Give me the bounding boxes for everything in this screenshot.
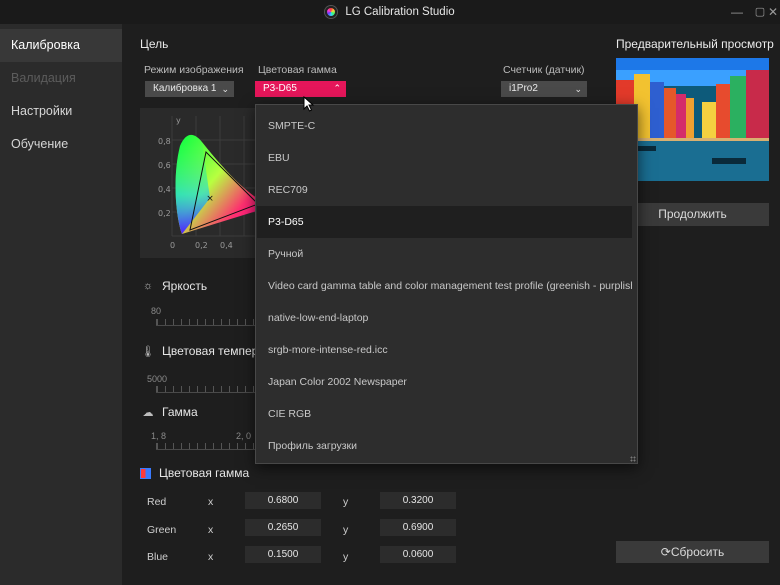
color-gamut-select[interactable]: P3-D65 ⌃ [255, 81, 346, 97]
dropdown-option-smpte-c[interactable]: SMPTE-C [257, 110, 632, 142]
sensor-label: Счетчик (датчик) [503, 64, 585, 76]
y-tick: 0,8 [158, 137, 171, 146]
chevron-down-icon: ⌄ [221, 84, 229, 94]
dropdown-option-rec709[interactable]: REC709 [257, 174, 632, 206]
dropdown-option-ebu[interactable]: EBU [257, 142, 632, 174]
dropdown-option-load-profile[interactable]: Профиль загрузки [257, 430, 632, 462]
sensor-value: i1Pro2 [509, 83, 538, 94]
dropdown-option-srgb-more-intense-red[interactable]: srgb-more-intense-red.icc [257, 334, 632, 366]
resize-grip-icon[interactable] [630, 456, 636, 462]
y-tick: 0,6 [158, 161, 171, 170]
brightness-slider-track [156, 325, 256, 326]
y-tick: 0,2 [158, 209, 171, 218]
color-temperature-row: 🌡︎ Цветовая темпера [140, 342, 265, 360]
x-tick: 0 [170, 241, 175, 250]
title-bar: LG Calibration Studio — ▢ ✕ [0, 0, 780, 24]
sensor-select[interactable]: i1Pro2 ⌄ [501, 81, 587, 97]
color-temperature-slider-track [156, 392, 256, 393]
preview-picture [616, 58, 769, 181]
image-mode-select[interactable]: Калибровка 1 ⌄ [145, 81, 234, 97]
preview-image [616, 58, 769, 181]
red-y-input[interactable]: 0.3200 [380, 492, 456, 509]
target-section-title: Цель [140, 37, 169, 51]
continue-button[interactable]: Продолжить [616, 203, 769, 226]
white-point-marker: × [206, 194, 214, 204]
dropdown-scrollbar[interactable] [632, 107, 636, 461]
blue-x-input[interactable]: 0.1500 [245, 546, 321, 563]
y-tick: 0,4 [158, 185, 171, 194]
dropdown-option-native-low-end-laptop[interactable]: native-low-end-laptop [257, 302, 632, 334]
x-label: x [208, 551, 214, 563]
x-label: x [208, 496, 214, 508]
green-x-input[interactable]: 0.2650 [245, 519, 321, 536]
sun-icon: ☼ [142, 280, 154, 292]
gamma-slider-track [156, 449, 256, 450]
color-gamut-value: P3-D65 [263, 83, 297, 94]
y-label: y [343, 524, 349, 536]
reset-label: Сбросить [670, 545, 725, 559]
thermometer-icon: 🌡︎ [141, 345, 155, 358]
cie-chart-svg: × y 0,8 0,6 0,4 0,2 0 0,2 0,4 [158, 116, 260, 250]
app-logo-icon [325, 6, 338, 18]
color-temperature-label: Цветовая темпера [162, 344, 265, 358]
row-label-red: Red [147, 496, 167, 508]
sidebar: Калибровка Валидация Настройки Обучение [0, 24, 122, 585]
x-tick: 0,4 [220, 241, 233, 250]
gamma-scale-mid: 2, 0 [236, 431, 252, 441]
color-gamut-icon [140, 467, 151, 479]
window-title: LG Calibration Studio [345, 6, 455, 18]
dropdown-option-japan-color-2002[interactable]: Japan Color 2002 Newspaper [257, 366, 632, 398]
dropdown-option-p3-d65[interactable]: P3-D65 [257, 206, 632, 238]
gamma-scale-start: 1, 8 [151, 431, 167, 441]
y-axis-label: y [176, 116, 181, 125]
y-label: y [343, 496, 349, 508]
cie-chromaticity-chart: × y 0,8 0,6 0,4 0,2 0 0,2 0,4 [140, 108, 260, 258]
dropdown-option-manual[interactable]: Ручной [257, 238, 632, 270]
row-label-green: Green [147, 524, 177, 536]
brightness-row: ☼ Яркость [140, 277, 207, 295]
sidebar-item-calibration[interactable]: Калибровка [0, 29, 122, 62]
dropdown-option-video-card-gamma[interactable]: Video card gamma table and color managem… [257, 270, 632, 302]
gamma-icon: ☁︎ [142, 406, 154, 419]
blue-y-input[interactable]: 0.0600 [380, 546, 456, 563]
gamma-row: ☁︎ Гамма [140, 403, 198, 421]
chevron-up-icon: ⌃ [333, 83, 341, 93]
reset-button[interactable]: ⟳Сбросить [616, 541, 769, 563]
minimize-button[interactable]: — [728, 4, 746, 20]
y-label: y [343, 551, 349, 563]
gamma-label: Гамма [162, 405, 198, 419]
sidebar-item-settings[interactable]: Настройки [0, 95, 122, 128]
gamut-table-title: Цветовая гамма [159, 466, 250, 480]
preview-title: Предварительный просмотр [616, 37, 774, 51]
dropdown-option-cie-rgb[interactable]: CIE RGB [257, 398, 632, 430]
color-gamut-label: Цветовая гамма [258, 64, 337, 76]
image-mode-label: Режим изображения [144, 64, 244, 76]
sidebar-item-validation: Валидация [11, 71, 76, 85]
close-button[interactable]: ✕ [766, 4, 780, 20]
x-label: x [208, 524, 214, 536]
green-y-input[interactable]: 0.6900 [380, 519, 456, 536]
gamut-table-header: Цветовая гамма [140, 466, 249, 480]
x-tick: 0,2 [195, 241, 208, 250]
chevron-down-icon: ⌄ [574, 84, 582, 94]
color-gamut-dropdown-list: SMPTE-C EBU REC709 P3-D65 Ручной Video c… [255, 104, 638, 464]
refresh-icon: ⟳ [660, 545, 671, 559]
brightness-label: Яркость [162, 279, 208, 293]
row-label-blue: Blue [147, 551, 169, 563]
brightness-scale-start: 80 [151, 306, 162, 316]
red-x-input[interactable]: 0.6800 [245, 492, 321, 509]
sidebar-item-training[interactable]: Обучение [0, 128, 122, 161]
image-mode-value: Калибровка 1 [153, 83, 217, 94]
mouse-cursor-icon [303, 96, 315, 112]
color-temperature-scale-start: 5000 [147, 374, 168, 384]
